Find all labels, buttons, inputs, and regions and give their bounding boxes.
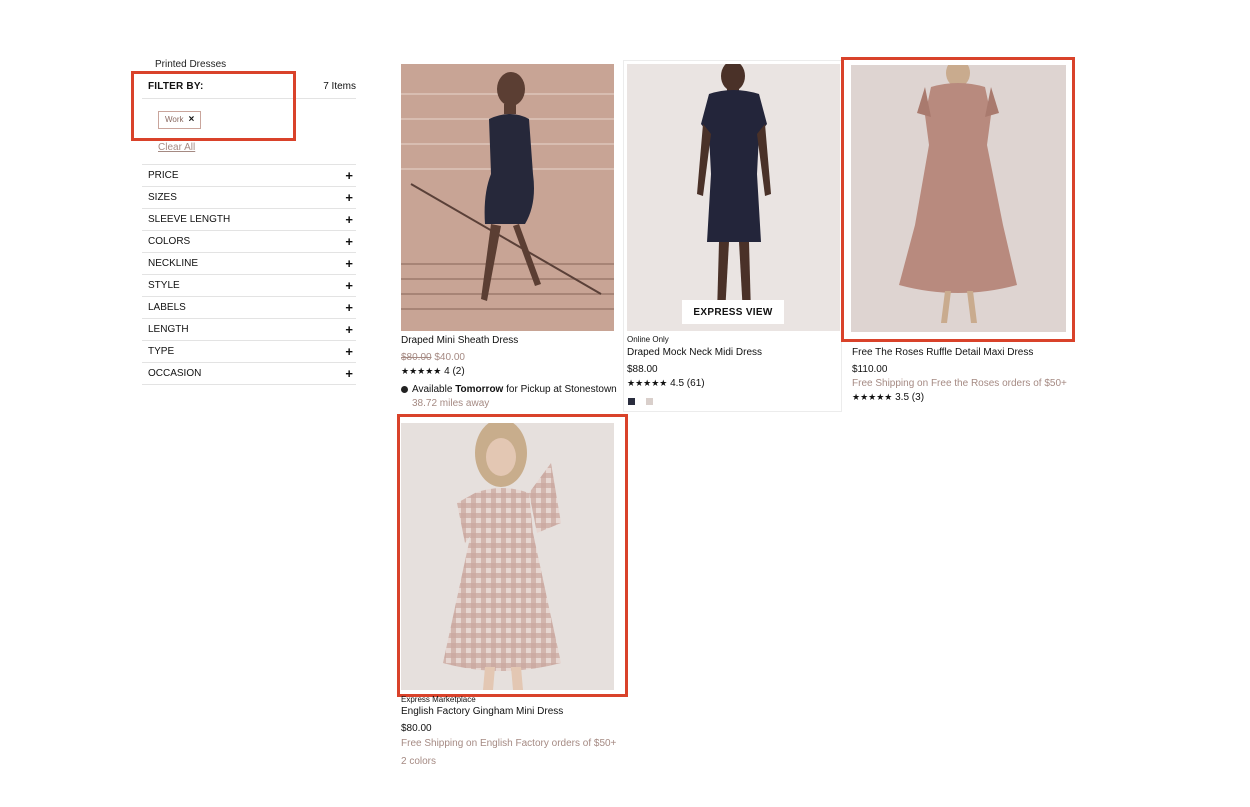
product-rating[interactable]: ★★★★★ 4 (2) — [401, 366, 465, 377]
product-image[interactable] — [627, 64, 840, 331]
facet-list: PRICE + SIZES + SLEEVE LENGTH + COLORS + NEC… — [142, 164, 356, 385]
filter-title: FILTER BY: — [148, 81, 204, 92]
star-rating-icon: ★★★★★ — [627, 378, 668, 388]
sale-price: $40.00 — [434, 352, 465, 363]
product-price: $80.00 — [401, 723, 432, 734]
color-swatch-beige[interactable] — [646, 398, 653, 405]
rating-value: 3.5 (3) — [895, 392, 925, 403]
plus-icon: + — [345, 168, 353, 183]
facet-neckline[interactable]: NECKLINE + — [142, 253, 356, 275]
plus-icon: + — [345, 300, 353, 315]
facet-sizes[interactable]: SIZES + — [142, 187, 356, 209]
pickup-availability: Available Tomorrow for Pickup at Stonest… — [401, 384, 617, 395]
facet-label: SIZES — [148, 192, 177, 203]
facet-label: LABELS — [148, 302, 186, 313]
plus-icon: + — [345, 344, 353, 359]
store-distance: 38.72 miles away — [412, 398, 490, 409]
product-rating[interactable]: ★★★★★ 4.5 (61) — [627, 378, 705, 389]
product-price: $110.00 — [852, 364, 888, 375]
product-image[interactable] — [851, 65, 1066, 332]
facet-colors[interactable]: COLORS + — [142, 231, 356, 253]
facet-label: PRICE — [148, 170, 179, 181]
plus-icon: + — [345, 234, 353, 249]
product-name[interactable]: Draped Mini Sheath Dress — [401, 335, 518, 346]
facet-label: SLEEVE LENGTH — [148, 214, 231, 225]
plus-icon: + — [345, 256, 353, 271]
facet-label: OCCASION — [148, 368, 202, 379]
product-image[interactable] — [401, 423, 614, 690]
close-icon[interactable]: × — [189, 112, 195, 128]
availability-dot-icon — [401, 385, 408, 393]
plus-icon: + — [345, 212, 353, 227]
breadcrumb[interactable]: Printed Dresses — [155, 59, 226, 70]
star-rating-icon: ★★★★★ — [852, 392, 893, 402]
facet-label: STYLE — [148, 280, 180, 291]
active-filter-chip[interactable]: Work × — [158, 111, 202, 129]
model-photo — [627, 64, 840, 331]
product-badge: Express Marketplace — [401, 695, 476, 704]
plus-icon: + — [345, 322, 353, 337]
plus-icon: + — [345, 278, 353, 293]
shipping-note: Free Shipping on English Factory orders … — [401, 738, 617, 749]
color-swatch-navy[interactable] — [628, 398, 635, 405]
facet-sleeve-length[interactable]: SLEEVE LENGTH + — [142, 209, 356, 231]
facet-type[interactable]: TYPE + — [142, 341, 356, 363]
facet-style[interactable]: STYLE + — [142, 275, 356, 297]
facet-label: COLORS — [148, 236, 191, 247]
shipping-note: Free Shipping on Free the Roses orders o… — [852, 378, 1067, 389]
color-count[interactable]: 2 colors — [401, 756, 436, 767]
model-photo — [401, 423, 614, 690]
product-rating[interactable]: ★★★★★ 3.5 (3) — [852, 392, 924, 403]
plus-icon: + — [345, 190, 353, 205]
chip-label: Work — [165, 115, 184, 124]
filter-header: FILTER BY: 7 Items — [142, 74, 356, 99]
plus-icon: + — [345, 366, 353, 381]
facet-price[interactable]: PRICE + — [142, 165, 356, 187]
facet-label: NECKLINE — [148, 258, 199, 269]
facet-length[interactable]: LENGTH + — [142, 319, 356, 341]
product-name[interactable]: Draped Mock Neck Midi Dress — [627, 347, 762, 358]
product-name[interactable]: Free The Roses Ruffle Detail Maxi Dress — [852, 347, 1033, 358]
rating-value: 4.5 (61) — [670, 378, 705, 389]
pickup-day: Tomorrow — [455, 384, 504, 395]
product-name[interactable]: English Factory Gingham Mini Dress — [401, 706, 563, 717]
facet-labels[interactable]: LABELS + — [142, 297, 356, 319]
facet-label: LENGTH — [148, 324, 189, 335]
product-price: $80.00 $40.00 — [401, 352, 465, 363]
express-view-button[interactable]: EXPRESS VIEW — [682, 300, 784, 324]
product-badge: Online Only — [627, 335, 669, 344]
pickup-prefix: Available — [412, 384, 456, 395]
item-count: 7 Items — [323, 81, 356, 92]
clear-all-link[interactable]: Clear All — [158, 142, 195, 153]
facet-label: TYPE — [148, 346, 175, 357]
original-price: $80.00 — [401, 352, 432, 363]
model-photo — [401, 64, 614, 331]
pickup-store: for Pickup at Stonestown — [503, 384, 617, 395]
star-rating-icon: ★★★★★ — [401, 366, 442, 376]
rating-value: 4 (2) — [444, 366, 465, 377]
model-photo — [851, 65, 1066, 332]
product-price: $88.00 — [627, 364, 658, 375]
product-image[interactable] — [401, 64, 614, 331]
facet-occasion[interactable]: OCCASION + — [142, 363, 356, 385]
